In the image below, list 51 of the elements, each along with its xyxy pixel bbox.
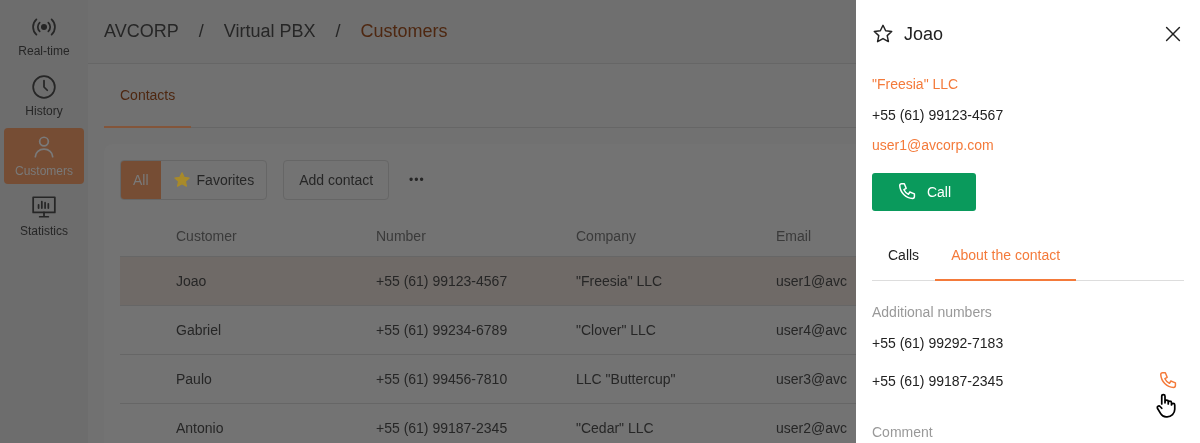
- section-label: Additional numbers: [872, 303, 992, 323]
- table-cell-text: +55 (61) 99187-2345: [376, 420, 509, 436]
- table-row[interactable]: Gabriel +55 (61) 99234-6789 "Clover" LLC user4@avc: [120, 306, 856, 355]
- table-cell-text: "Freesia" LLC: [576, 273, 664, 289]
- filter-button[interactable]: All: [121, 161, 161, 199]
- table-cell-text: user1@avc: [776, 273, 849, 289]
- more-button[interactable]: •••: [405, 173, 429, 187]
- column-header: Customer: [176, 228, 238, 244]
- table-cell-text: Antonio: [176, 420, 225, 436]
- sidebar-item[interactable]: History: [4, 68, 84, 124]
- company-link[interactable]: "Freesia" LLC: [872, 68, 959, 100]
- tab[interactable]: About the contact: [935, 230, 1077, 281]
- breadcrumb-link[interactable]: Customers: [360, 21, 448, 42]
- table-cell-text: LLC "Buttercup": [576, 371, 677, 387]
- section-label: Comment: [872, 422, 933, 442]
- call-button[interactable]: Call: [872, 172, 976, 211]
- column-header: Company: [576, 228, 637, 244]
- table-cell-text: Joao: [176, 273, 208, 289]
- tab[interactable]: Contacts: [104, 64, 192, 128]
- table-cell-text: user2@avc: [776, 420, 849, 436]
- tab[interactable]: Calls: [872, 230, 936, 281]
- sidebar-item[interactable]: Real-time: [4, 8, 84, 64]
- breadcrumb-link[interactable]: AVCORP: [104, 21, 179, 42]
- email-link[interactable]: user1@avcorp.com: [872, 130, 994, 161]
- filter-button[interactable]: Favorites: [160, 161, 267, 199]
- phone-number: +55 (61) 99123-4567: [872, 105, 1004, 125]
- table-cell-text: +55 (61) 99456-7810: [376, 371, 509, 387]
- clock-icon: [31, 74, 57, 100]
- add-contact-button[interactable]: Add contact: [283, 160, 390, 200]
- table-cell-text: "Cedar" LLC: [576, 420, 655, 436]
- breadcrumb-link[interactable]: Virtual PBX: [223, 21, 316, 42]
- star-icon: [172, 171, 191, 189]
- table-cell-text: "Clover" LLC: [576, 322, 657, 338]
- contact-name: Joao: [904, 23, 945, 45]
- phone-number: +55 (61) 99292-7183: [872, 334, 1005, 351]
- table-cell-text: Paulo: [176, 371, 213, 387]
- table-row[interactable]: Paulo +55 (61) 99456-7810 LLC "Buttercup" user3@avc: [120, 355, 856, 404]
- table-cell-text: user4@avc: [776, 322, 849, 338]
- breadcrumb-separator: /: [198, 21, 204, 42]
- table-cell-text: user3@avc: [776, 371, 849, 387]
- sidebar-item[interactable]: Statistics: [4, 188, 84, 244]
- breadcrumb-separator: /: [335, 21, 341, 42]
- column-header: Number: [376, 228, 427, 244]
- column-header: Email: [776, 228, 812, 244]
- sidebar-item[interactable]: Customers: [4, 128, 84, 184]
- phone-number: +55 (61) 99187-2345: [872, 372, 1005, 389]
- table-cell-text: Gabriel: [176, 322, 223, 338]
- table-row[interactable]: Joao +55 (61) 99123-4567 "Freesia" LLC user1@avc: [120, 257, 856, 306]
- table-cell-text: +55 (61) 99123-4567: [376, 273, 509, 289]
- table-cell-text: +55 (61) 99234-6789: [376, 322, 509, 338]
- monitor-icon: [31, 194, 57, 220]
